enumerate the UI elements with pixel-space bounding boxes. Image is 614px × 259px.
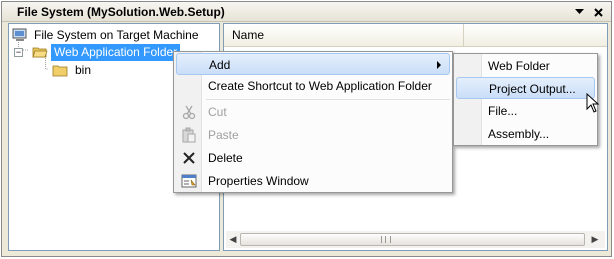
add-submenu: Web Folder Project Output... File... Ass…	[453, 53, 598, 146]
scroll-left-icon[interactable]: ◀	[227, 234, 239, 245]
close-icon[interactable]	[591, 5, 605, 19]
mouse-cursor-icon	[586, 93, 600, 113]
menu-item-label: Paste	[208, 128, 239, 142]
paste-icon	[182, 127, 196, 143]
submenu-item-file[interactable]: File...	[456, 100, 595, 122]
submenu-item-assembly[interactable]: Assembly...	[456, 123, 595, 145]
tree-label-bin: bin	[75, 63, 92, 77]
scroll-right-icon[interactable]: ▶	[589, 234, 601, 245]
menu-item-label: Properties Window	[208, 174, 309, 188]
open-folder-icon	[32, 47, 48, 58]
tree-label-root: File System on Target Machine	[34, 28, 199, 42]
submenu-item-label: Project Output...	[489, 82, 576, 96]
menu-item-paste[interactable]: Paste	[176, 124, 450, 146]
menu-item-label: Cut	[208, 105, 227, 119]
menu-separator	[206, 99, 450, 100]
scroll-thumb[interactable]	[240, 233, 585, 246]
tree-label-selected: Web Application Folder	[51, 44, 181, 61]
menu-item-label: Create Shortcut to Web Application Folde…	[208, 79, 432, 93]
computer-icon	[12, 28, 27, 41]
submenu-item-label: File...	[488, 104, 518, 118]
scissors-icon	[182, 105, 196, 120]
submenu-item-label: Web Folder	[488, 59, 550, 73]
column-header-name[interactable]: Name	[224, 24, 464, 47]
context-menu: Add Create Shortcut to Web Application F…	[173, 51, 453, 193]
menu-item-add[interactable]: Add	[176, 53, 450, 75]
submenu-item-web-folder[interactable]: Web Folder	[456, 55, 595, 77]
menu-item-create-shortcut[interactable]: Create Shortcut to Web Application Folde…	[176, 75, 450, 97]
submenu-arrow-icon	[437, 61, 441, 69]
delete-x-icon	[183, 152, 195, 164]
list-header: Name	[224, 24, 607, 47]
submenu-item-label: Assembly...	[488, 127, 550, 141]
properties-window-icon	[181, 174, 197, 188]
scroll-grip-icon	[381, 236, 391, 243]
folder-icon	[52, 65, 68, 77]
menu-item-label: Delete	[208, 151, 243, 165]
collapse-toggle-icon[interactable]: −	[14, 48, 23, 57]
dropdown-arrow-icon[interactable]	[572, 5, 586, 19]
menu-item-label: Add	[209, 58, 231, 72]
menu-item-delete[interactable]: Delete	[176, 147, 450, 169]
horizontal-scrollbar[interactable]: ◀ ▶	[226, 231, 605, 248]
column-header-label: Name	[232, 28, 265, 42]
menu-item-cut[interactable]: Cut	[176, 101, 450, 123]
title-bar: File System (MySolution.Web.Setup)	[2, 2, 611, 22]
window-title: File System (MySolution.Web.Setup)	[17, 5, 225, 19]
submenu-item-project-output[interactable]: Project Output...	[456, 77, 595, 99]
menu-item-properties-window[interactable]: Properties Window	[176, 170, 450, 192]
